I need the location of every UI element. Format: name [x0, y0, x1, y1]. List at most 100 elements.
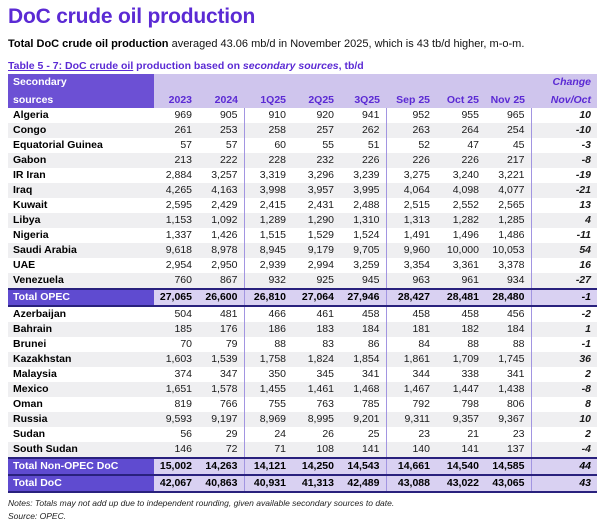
value-cell: 4,077	[485, 183, 532, 198]
header-change-line1: Change	[552, 76, 591, 88]
change-cell: -2	[581, 308, 591, 320]
change-cell: 4	[531, 213, 597, 228]
value-cell: 1,290	[292, 213, 340, 228]
value-cell: 1,426	[198, 228, 245, 243]
table-row: Congo 261 253 258 257 262 263 264 254 -10	[8, 123, 597, 138]
value-cell: 1,709	[436, 352, 485, 367]
value-cell: 141	[340, 442, 387, 458]
value-cell: 963	[386, 273, 436, 289]
value-cell: 1,313	[386, 213, 436, 228]
table-body: Algeria 969 905 910 920 941 952 955 965 10 Congo 26…	[8, 108, 597, 492]
value-cell: 55	[322, 139, 334, 151]
value-cell: 2,994	[307, 259, 334, 271]
table-caption-end: , tb/d	[338, 60, 364, 72]
table-caption-link[interactable]: Table 5 - 7: DoC crude oil	[8, 60, 133, 72]
value-cell: 184	[485, 322, 532, 337]
row-label: Azerbaijan	[13, 308, 67, 320]
value-cell: 176	[198, 322, 245, 337]
value-cell: 10,000	[436, 243, 485, 258]
value-cell: 184	[340, 322, 387, 337]
table-row: Brunei 70 79 88 83 86 84 88 88 -1	[8, 337, 597, 352]
value-cell: 1,651	[154, 382, 198, 397]
header-change-line2: Nov/Oct	[550, 94, 591, 106]
change-cell: 2	[585, 428, 591, 440]
value-cell: 466	[268, 308, 286, 320]
value-cell: 60	[274, 139, 286, 151]
value-cell: 481	[198, 306, 245, 322]
value-cell: 83	[322, 338, 334, 350]
value-cell: 755	[268, 398, 286, 410]
row-label: IR Iran	[13, 169, 46, 181]
table-row: Sudan 56 29 24 26 25 23 21 23 2	[8, 427, 597, 442]
table-row: Kuwait 2,595 2,429 2,415 2,431 2,488 2,515 2,55…	[8, 198, 597, 213]
row-label: Algeria	[13, 109, 49, 121]
table-row: IR Iran 2,884 3,257 3,319 3,296 3,239 3,275 3,2…	[8, 168, 597, 183]
change-cell: 10	[531, 412, 597, 427]
value-cell: 222	[198, 153, 245, 168]
change-cell: -11	[576, 229, 591, 241]
value-cell: 458	[412, 308, 430, 320]
value-cell: 8,969	[244, 412, 292, 427]
table-row: Kazakhstan 1,603 1,539 1,758 1,824 1,854 1,861…	[8, 352, 597, 367]
value-cell: 86	[340, 337, 387, 352]
table-row: Iraq 4,265 4,163 3,998 3,957 3,995 4,064 4,098 4…	[8, 183, 597, 198]
table-caption-italic: secondary sources	[242, 60, 339, 72]
intro-rest: averaged 43.06 mb/d in November 2025, wh…	[168, 38, 525, 50]
table-row: Mexico 1,651 1,578 1,455 1,461 1,468 1,467 1,44…	[8, 382, 597, 397]
value-cell: 146	[154, 442, 198, 458]
value-cell: 88	[274, 338, 286, 350]
value-cell: 43,065	[485, 475, 532, 492]
value-cell: 43,088	[386, 475, 436, 492]
table-row: Gabon 213 222 228 232 226 226 226 217 -8	[8, 153, 597, 168]
value-cell: 763	[316, 398, 334, 410]
value-cell: 42,489	[340, 475, 387, 492]
row-label: Saudi Arabia	[8, 243, 154, 258]
value-cell: 9,357	[436, 412, 485, 427]
value-cell: 14,543	[340, 458, 387, 475]
value-cell: 9,593	[154, 412, 198, 427]
report-page: DoC crude oil production Total DoC crude…	[0, 0, 601, 521]
value-cell: 3,275	[403, 169, 430, 181]
value-cell: 819	[174, 398, 192, 410]
value-cell: 961	[436, 273, 485, 289]
value-cell: 254	[485, 123, 532, 138]
value-cell: 14,263	[198, 458, 245, 475]
change-cell: -27	[531, 273, 597, 289]
value-cell: 9,618	[154, 243, 198, 258]
value-cell: 3,998	[244, 183, 292, 198]
value-cell: 26,810	[244, 289, 292, 306]
value-cell: 27,946	[340, 289, 387, 306]
value-cell: 213	[154, 153, 198, 168]
value-cell: 3,239	[340, 168, 387, 183]
value-cell: 965	[485, 108, 532, 123]
value-cell: 1,438	[485, 382, 532, 397]
table-row: Equatorial Guinea 57 57 60 55 51 52 47 45 -3	[8, 138, 597, 153]
value-cell: 374	[174, 368, 192, 380]
value-cell: 4,163	[198, 183, 245, 198]
value-cell: 3,957	[292, 183, 340, 198]
value-cell: 1,461	[292, 382, 340, 397]
value-cell: 1,824	[292, 352, 340, 367]
value-cell: 2,515	[403, 199, 430, 211]
value-cell: 910	[268, 109, 286, 121]
value-cell: 232	[292, 153, 340, 168]
value-cell: 23	[485, 427, 532, 442]
value-cell: 3,296	[307, 169, 334, 181]
value-cell: 9,367	[485, 412, 532, 427]
value-cell: 28,427	[386, 289, 436, 306]
value-cell: 1,092	[198, 213, 245, 228]
header-col-nov25: Nov 25	[485, 74, 531, 108]
change-cell: 54	[531, 243, 597, 258]
value-cell: 1,603	[154, 352, 198, 367]
value-cell: 84	[418, 338, 430, 350]
value-cell: 2,884	[165, 169, 192, 181]
change-cell: 13	[579, 199, 591, 211]
change-cell: -1	[581, 338, 591, 350]
value-cell: 1,496	[452, 229, 479, 241]
value-cell: 41,313	[292, 475, 340, 492]
value-cell: 27,064	[292, 289, 340, 306]
change-cell: -10	[531, 123, 597, 138]
table-row: South Sudan 146 72 71 108 141 140 141 137 -4	[8, 442, 597, 458]
change-cell: 1	[531, 322, 597, 337]
value-cell: 24	[274, 428, 286, 440]
